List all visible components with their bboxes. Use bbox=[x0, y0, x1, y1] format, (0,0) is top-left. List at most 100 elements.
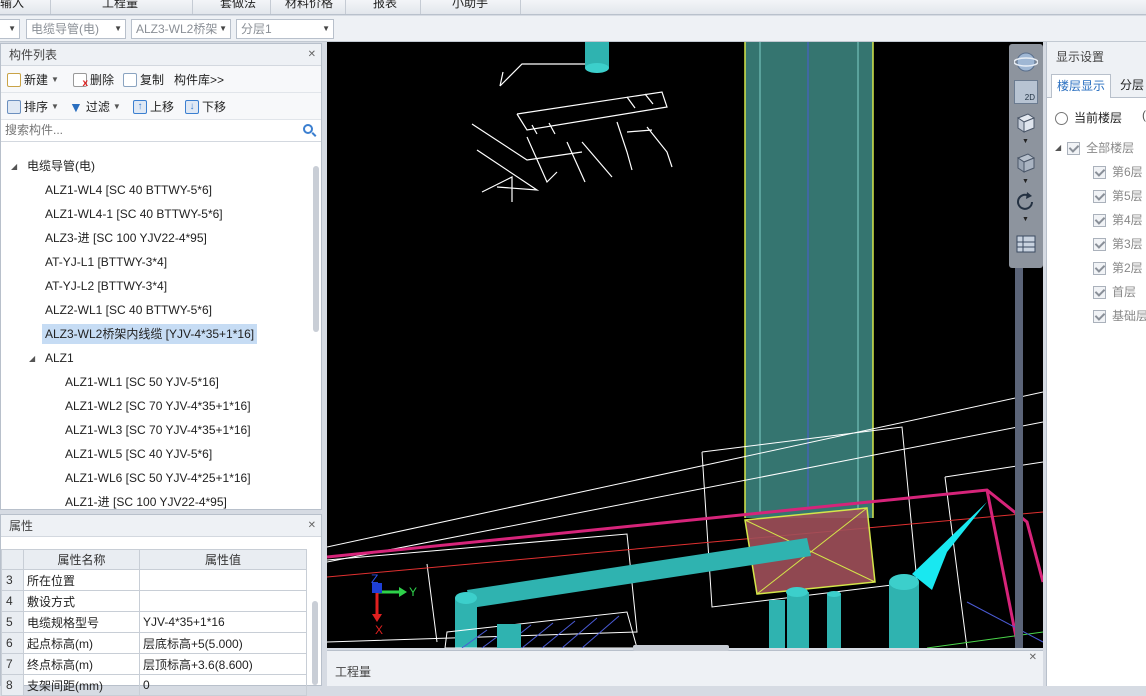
copy-button[interactable]: 复制 bbox=[123, 71, 164, 88]
menu-tab-input[interactable]: 输入 bbox=[0, 0, 24, 11]
pipe-stub-end bbox=[585, 63, 609, 73]
tree-item[interactable]: ALZ1-WL2 [SC 70 YJV-4*35+1*16] bbox=[65, 396, 251, 416]
filter-button[interactable]: ▼ 过滤 ▼ bbox=[69, 98, 121, 115]
panel-splitter[interactable] bbox=[633, 645, 729, 651]
sort-button[interactable]: 排序 ▼ bbox=[7, 98, 59, 115]
tree-item[interactable]: ALZ1-WL1 [SC 50 YJV-5*16] bbox=[65, 372, 219, 392]
view-2d-button[interactable]: 2D bbox=[1014, 80, 1038, 104]
component-tree: ◢ 电缆导管(电) ALZ1-WL4 [SC 40 BTTWY-5*6] ALZ1-W… bbox=[1, 154, 311, 509]
component-list-title: 构件列表 bbox=[9, 48, 58, 62]
tab-floor-display[interactable]: 楼层显示 bbox=[1051, 74, 1112, 98]
floor-label: 基础层 bbox=[1112, 309, 1146, 323]
property-value[interactable]: YJV-4*35+1*16 bbox=[139, 611, 307, 633]
quantity-panel-title: 工程量 bbox=[335, 665, 372, 679]
property-name: 敷设方式 bbox=[23, 590, 140, 612]
close-icon[interactable]: ✕ bbox=[308, 515, 316, 537]
move-down-label: 下移 bbox=[202, 100, 227, 114]
tree-item[interactable]: AT-YJ-L1 [BTTWY-3*4] bbox=[45, 252, 167, 272]
layer-view-icon[interactable] bbox=[1014, 232, 1038, 256]
cube-view-icon[interactable] bbox=[1014, 110, 1038, 134]
close-icon[interactable]: ✕ bbox=[308, 44, 316, 66]
move-up-button[interactable]: ↑ 上移 bbox=[133, 98, 174, 115]
radio-icon bbox=[1055, 111, 1068, 125]
tree-item[interactable]: ALZ1-WL6 [SC 50 YJV-4*25+1*16] bbox=[65, 468, 251, 488]
floor-checkbox-item[interactable]: 第2层 bbox=[1093, 258, 1143, 278]
property-row[interactable]: 7 终点标高(m) 层顶标高+3.6(8.600) bbox=[1, 653, 307, 675]
menu-separator bbox=[345, 0, 346, 14]
floor-label: 第6层 bbox=[1112, 165, 1143, 179]
property-row[interactable]: 3 所在位置 bbox=[1, 569, 307, 591]
chevron-down-icon[interactable]: ▼ bbox=[1022, 178, 1029, 185]
property-value[interactable]: 0 bbox=[139, 674, 307, 696]
display-settings-header: 显示设置 bbox=[1047, 42, 1146, 72]
property-row[interactable]: 8 支架间距(mm) 0 bbox=[1, 674, 307, 696]
svg-text:Z: Z bbox=[371, 572, 378, 586]
orbit-globe-icon[interactable] bbox=[1013, 50, 1039, 74]
tree-item[interactable]: ALZ3-进 [SC 100 YJV22-4*95] bbox=[45, 228, 207, 248]
chevron-down-icon: ▼ bbox=[322, 24, 330, 33]
svg-text:Y: Y bbox=[409, 585, 417, 599]
property-row-number: 8 bbox=[1, 674, 24, 696]
menu-tab-assistant[interactable]: 小助手 bbox=[452, 0, 488, 11]
floor-checkbox-item[interactable]: 第4层 bbox=[1093, 210, 1143, 230]
property-value[interactable]: 层顶标高+3.6(8.600) bbox=[139, 653, 307, 675]
properties-num-header bbox=[1, 549, 24, 570]
property-value[interactable] bbox=[139, 569, 307, 591]
tree-item[interactable]: ALZ1-WL3 [SC 70 YJV-4*35+1*16] bbox=[65, 420, 251, 440]
menu-tab-quantity[interactable]: 工程量 bbox=[102, 0, 138, 11]
property-value[interactable]: 层底标高+5(5.000) bbox=[139, 632, 307, 654]
delete-button[interactable]: x 删除 bbox=[73, 71, 114, 88]
property-value[interactable] bbox=[139, 590, 307, 612]
property-name: 终点标高(m) bbox=[23, 653, 140, 675]
layer-dropdown[interactable]: 分层1 ▼ bbox=[236, 19, 334, 39]
tree-item[interactable]: ALZ1-WL5 [SC 40 YJV-5*6] bbox=[65, 444, 212, 464]
tree-item[interactable]: ALZ2-WL1 [SC 40 BTTWY-5*6] bbox=[45, 300, 212, 320]
component-library-button[interactable]: 构件库>> bbox=[174, 71, 224, 88]
menu-tab-material-price[interactable]: 材料价格 bbox=[285, 0, 333, 11]
new-button[interactable]: 新建 ▼ bbox=[7, 71, 59, 88]
type-dropdown[interactable]: 电缆导管(电) ▼ bbox=[26, 19, 126, 39]
search-icon[interactable] bbox=[303, 124, 313, 134]
tree-item[interactable]: ALZ1-进 [SC 100 YJV22-4*95] bbox=[65, 492, 227, 509]
component-search-input[interactable] bbox=[5, 120, 295, 140]
view-toolbar: 2D ▼ ▼ ▼ bbox=[1009, 44, 1043, 268]
property-row[interactable]: 4 敷设方式 bbox=[1, 590, 307, 612]
tree-item[interactable]: ALZ1 bbox=[45, 348, 74, 368]
expand-triangle-icon[interactable]: ◢ bbox=[11, 162, 17, 171]
menu-tab-report[interactable]: 报表 bbox=[373, 0, 397, 11]
tree-item[interactable]: 电缆导管(电) bbox=[27, 156, 95, 176]
floor-checkbox-item[interactable]: 第6层 bbox=[1093, 162, 1143, 182]
property-name: 起点标高(m) bbox=[23, 632, 140, 654]
chevron-down-icon[interactable]: ▼ bbox=[1022, 138, 1029, 145]
tree-item[interactable]: AT-YJ-L2 [BTTWY-3*4] bbox=[45, 276, 167, 296]
menu-tab-method[interactable]: 套做法 bbox=[220, 0, 256, 11]
properties-title: 属性 bbox=[9, 519, 34, 533]
type-dropdown-value: 电缆导管(电) bbox=[31, 22, 99, 36]
floor-checkbox-item[interactable]: 首层 bbox=[1093, 282, 1136, 302]
tree-item[interactable]: ALZ1-WL4 [SC 40 BTTWY-5*6] bbox=[45, 180, 212, 200]
cube-shaded-icon[interactable] bbox=[1014, 150, 1038, 174]
view-2d-label: 2D bbox=[1024, 93, 1035, 102]
floor-checkbox-item[interactable]: 第5层 bbox=[1093, 186, 1143, 206]
tab-layer-display[interactable]: 分层 bbox=[1115, 74, 1146, 98]
expand-triangle-icon[interactable]: ◢ bbox=[29, 354, 35, 363]
rotate-icon[interactable] bbox=[1014, 190, 1038, 214]
copy-button-label: 复制 bbox=[140, 73, 165, 87]
properties-scrollbar[interactable] bbox=[312, 601, 318, 685]
move-down-button[interactable]: ↓ 下移 bbox=[185, 98, 226, 115]
property-row[interactable]: 6 起点标高(m) 层底标高+5(5.000) bbox=[1, 632, 307, 654]
component-list-scrollbar[interactable] bbox=[313, 166, 319, 332]
property-row[interactable]: 5 电缆规格型号 YJV-4*35+1*16 bbox=[1, 611, 307, 633]
tree-item[interactable]: ALZ3-WL2桥架内线缆 [YJV-4*35+1*16] bbox=[42, 324, 258, 344]
all-floors-item[interactable]: ◢ 全部楼层 bbox=[1055, 138, 1134, 158]
component-dropdown[interactable]: ALZ3-WL2桥架 ▼ bbox=[131, 19, 231, 39]
current-floor-radio[interactable]: 当前楼层 bbox=[1055, 108, 1122, 128]
vertical-rod bbox=[1015, 262, 1023, 648]
floor-checkbox-item[interactable]: 基础层 bbox=[1093, 306, 1146, 326]
category-dropdown[interactable]: ▼ bbox=[0, 19, 20, 39]
tree-item[interactable]: ALZ1-WL4-1 [SC 40 BTTWY-5*6] bbox=[45, 204, 223, 224]
floor-checkbox-item[interactable]: 第3层 bbox=[1093, 234, 1143, 254]
chevron-down-icon[interactable]: ▼ bbox=[1022, 216, 1029, 223]
close-icon[interactable]: ✕ bbox=[1029, 652, 1037, 663]
3d-viewport[interactable]: Z Y X bbox=[327, 42, 1043, 648]
